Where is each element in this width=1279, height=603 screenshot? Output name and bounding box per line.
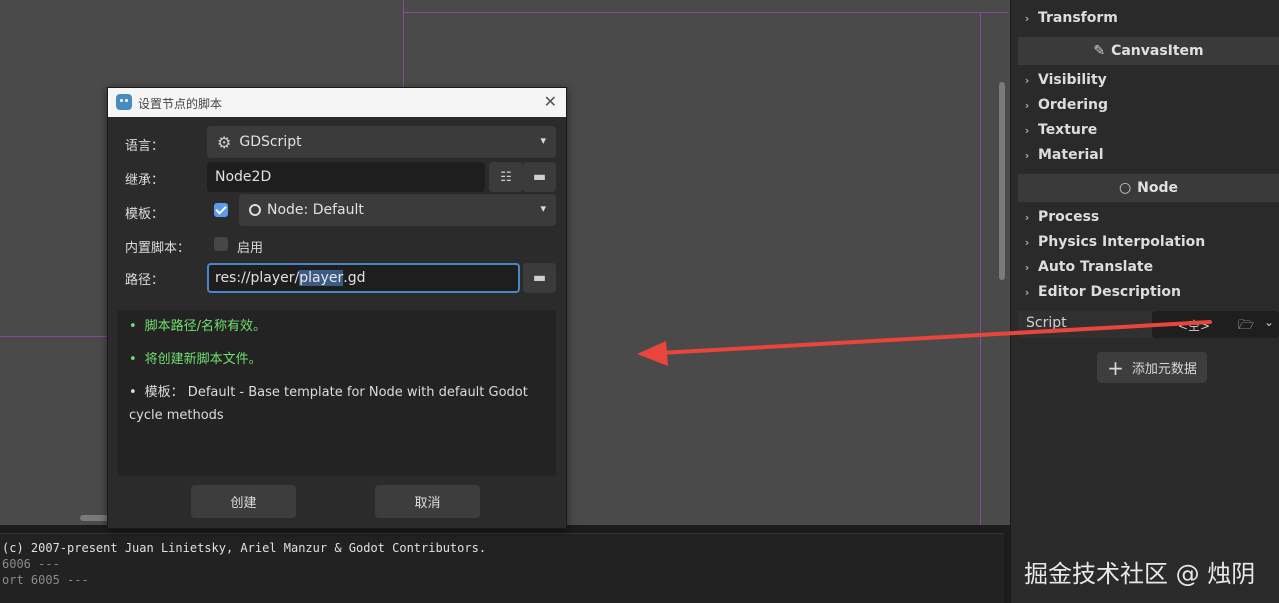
guide-line-horizontal [403,12,1008,13]
message-text: 模板： Default - Base template for Node wit… [129,385,528,423]
inspector-group-transform[interactable]: › Transform [1012,6,1279,30]
console-line: 6006 --- [2,557,60,571]
watermark-text: 掘金技术社区 @ 烛阴 [1024,560,1256,588]
message-text: 脚本路径/名称有效。 [144,319,267,334]
group-label: Material [1038,147,1104,163]
bullet-icon: • [129,352,137,367]
load-script-icon[interactable]: 🗁 [1238,316,1254,338]
browse-class-button[interactable]: ☷ [489,162,523,192]
group-label: Ordering [1038,97,1109,113]
guide-line-vertical [403,0,404,100]
group-label: Transform [1038,10,1118,26]
chevron-right-icon: › [1024,73,1030,87]
dialog-titlebar[interactable]: 设置节点的脚本 ✕ [108,88,566,117]
add-metadata-label: 添加元数据 [1131,362,1197,377]
inherits-input[interactable]: Node2D [207,162,485,192]
console-line: ort 6005 --- [2,573,89,587]
language-value: GDScript [239,134,302,150]
browse-inherit-file-button[interactable]: ▬ [523,162,556,192]
add-metadata-button[interactable]: + 添加元数据 [1097,352,1207,383]
output-console: (c) 2007-present Juan Linietsky, Ariel M… [0,525,1010,603]
folder-icon: ▬ [532,270,547,286]
message-template-info: • 模板： Default - Base template for Node wi… [129,381,549,427]
inspector-section-canvasitem[interactable]: ✎ CanvasItem [1018,37,1279,65]
group-label: Editor Description [1038,284,1182,300]
path-selected-text: player [299,270,344,286]
chevron-right-icon: › [1024,98,1030,112]
path-input[interactable]: res://player/player .gd [207,263,520,293]
godot-logo-icon [116,94,132,110]
inspector-group-editor-description[interactable]: › Editor Description [1012,280,1279,304]
builtin-enable-label[interactable]: 启用 [237,237,263,256]
browse-path-button[interactable]: ▬ [523,263,556,293]
chevron-right-icon: › [1024,210,1030,224]
create-button[interactable]: 创建 [191,485,296,518]
chevron-right-icon: › [1024,285,1030,299]
language-label: 语言： [125,139,165,154]
path-suffix: .gd [343,270,366,286]
group-label: Texture [1038,122,1098,138]
guide-line-vertical-right [980,12,981,525]
chevron-down-icon[interactable]: ⌄ [1264,315,1274,329]
message-text: 将创建新脚本文件。 [144,352,262,367]
inspector-group-auto-translate[interactable]: › Auto Translate [1012,255,1279,279]
inherits-value: Node2D [215,169,272,185]
console-line: (c) 2007-present Juan Linietsky, Ariel M… [2,541,487,555]
script-property-field[interactable]: <空> 🗁 ⌄ [1152,311,1279,338]
validation-messages-panel: • 脚本路径/名称有效。 • 将创建新脚本文件。 • 模板： Default - Ba… [117,310,556,476]
path-prefix: res://player/ [215,270,300,286]
folder-icon: ▬ [532,169,547,185]
console-text-area[interactable]: (c) 2007-present Juan Linietsky, Ariel M… [0,533,1004,603]
builtin-script-label: 内置脚本： [125,241,191,256]
section-label: CanvasItem [1111,43,1204,59]
template-value: Node: Default [267,202,364,218]
template-label: 模板： [125,207,165,222]
viewport-vertical-scrollbar[interactable] [999,82,1005,280]
builtin-checkbox[interactable] [214,237,228,251]
script-property-label: Script [1026,315,1067,331]
inspector-group-visibility[interactable]: › Visibility [1012,68,1279,92]
cancel-button[interactable]: 取消 [375,485,480,518]
inspector-group-texture[interactable]: › Texture [1012,118,1279,142]
gear-icon: ⚙ [217,132,232,152]
chevron-down-icon: ▾ [540,134,546,147]
inspector-section-node[interactable]: ○ Node [1018,174,1279,202]
attach-script-dialog: 设置节点的脚本 ✕ 语言： ⚙ GDScript ▾ 继承： Node2D ☷ … [107,87,567,529]
section-label: Node [1137,180,1179,196]
script-value: <空> [1178,319,1211,333]
dialog-title: 设置节点的脚本 [138,97,223,111]
template-checkbox[interactable] [214,203,228,217]
chevron-right-icon: › [1024,235,1030,249]
node-circle-icon: ○ [1118,180,1132,196]
inspector-group-ordering[interactable]: › Ordering [1012,93,1279,117]
group-label: Physics Interpolation [1038,234,1206,250]
bullet-icon: • [129,319,137,334]
script-property-row: Script <空> 🗁 ⌄ [1018,311,1279,338]
language-dropdown[interactable]: ⚙ GDScript ▾ [207,126,556,158]
chevron-down-icon: ▾ [540,202,546,215]
message-path-valid: • 脚本路径/名称有效。 [129,315,549,338]
group-label: Process [1038,209,1100,225]
node-circle-icon [249,204,261,216]
inherits-label: 继承： [125,173,165,188]
close-icon[interactable]: ✕ [544,92,557,111]
inspector-group-process[interactable]: › Process [1012,205,1279,229]
chevron-right-icon: › [1024,11,1030,25]
chevron-right-icon: › [1024,123,1030,137]
message-new-file: • 将创建新脚本文件。 [129,348,549,371]
chevron-right-icon: › [1024,260,1030,274]
template-dropdown[interactable]: Node: Default ▾ [239,194,556,226]
plus-icon: + [1107,355,1124,380]
guide-line-horizontal-left [0,336,107,337]
group-label: Visibility [1038,72,1107,88]
chevron-right-icon: › [1024,148,1030,162]
inspector-group-physics-interpolation[interactable]: › Physics Interpolation [1012,230,1279,254]
pencil-icon: ✎ [1093,43,1106,59]
inspector-group-material[interactable]: › Material [1012,143,1279,167]
bullet-icon: • [129,385,137,400]
group-label: Auto Translate [1038,259,1154,275]
class-tree-icon: ☷ [500,169,512,185]
path-label: 路径： [125,273,165,288]
